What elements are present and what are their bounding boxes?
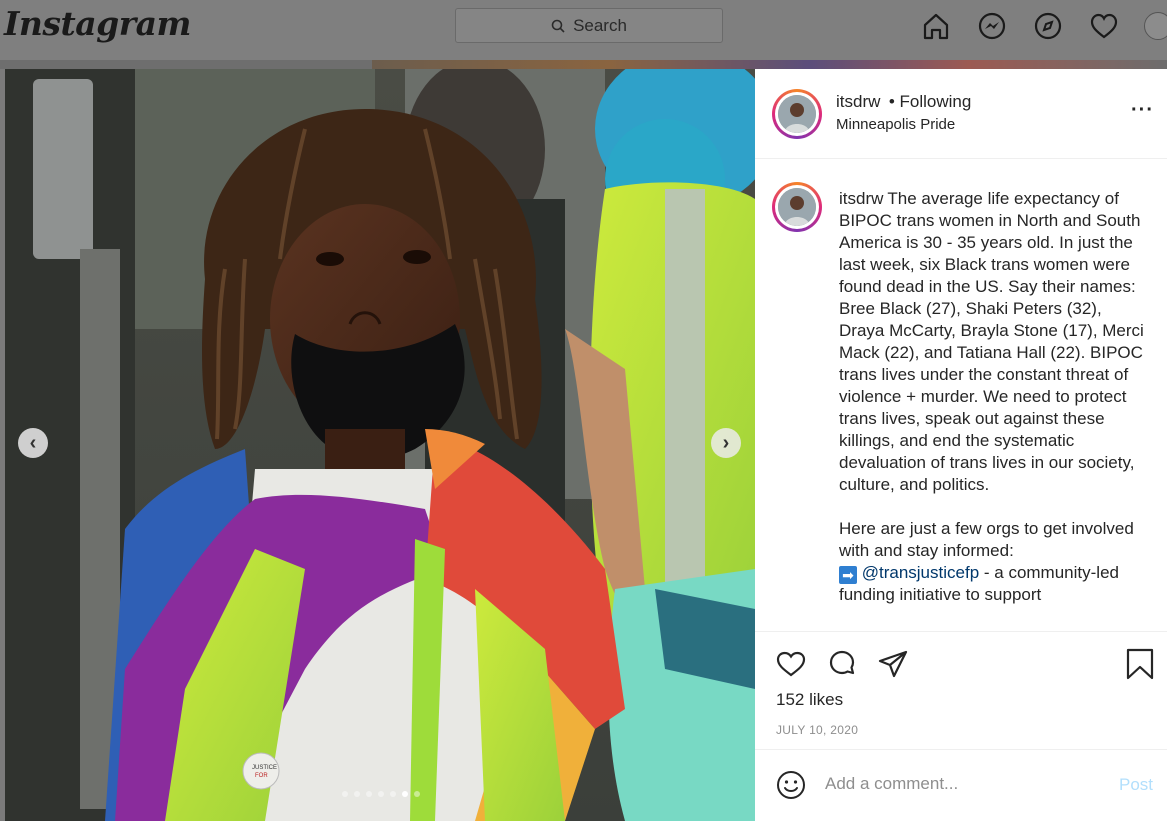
post-actions: 152 likes JULY 10, 2020 [755,631,1167,749]
carousel-dot [366,791,372,797]
carousel-dots [342,791,420,797]
feed-background [0,60,1167,69]
photo-scene: JUSTICE FOR [5,69,755,821]
search-placeholder: Search [573,15,627,35]
author-username[interactable]: itsdrw [836,92,880,111]
carousel-dot [342,791,348,797]
carousel-dot [354,791,360,797]
post-header: itsdrw • Following Minneapolis Pride ··· [755,69,1167,159]
carousel-next-button[interactable]: › [711,428,741,458]
svg-text:JUSTICE: JUSTICE [252,765,277,771]
explore-icon[interactable] [1032,10,1064,42]
search-icon [551,19,565,33]
more-options-icon[interactable]: ··· [1131,99,1154,122]
caption-text-2: Here are just a few orgs to get involved… [839,519,1139,560]
like-heart-icon[interactable] [775,648,807,680]
caption-text: The average life expectancy of BIPOC tra… [839,189,1149,494]
carousel-dot [402,791,408,797]
caption-mention-link[interactable]: @transjusticefp [862,563,979,582]
top-navigation: Instagram Search [0,0,1167,60]
author-avatar[interactable] [772,89,822,139]
caption-author-avatar[interactable] [772,182,822,232]
post-comment-button[interactable]: Post [1119,775,1153,795]
search-input[interactable]: Search [455,8,723,43]
post-caption: itsdrw The average life expectancy of BIP… [839,188,1149,606]
heart-icon[interactable] [1088,10,1120,42]
carousel-dot [414,791,420,797]
carousel-dot [378,791,384,797]
instagram-logo[interactable]: Instagram [4,4,191,43]
post-date: JULY 10, 2020 [776,723,859,737]
emoji-icon[interactable] [775,769,807,801]
comment-input[interactable] [825,774,1115,794]
share-icon[interactable] [877,648,909,680]
save-bookmark-icon[interactable] [1125,648,1155,680]
caption-username[interactable]: itsdrw [839,189,883,208]
add-comment-bar: Post [755,749,1167,821]
carousel-dot [390,791,396,797]
svg-text:FOR: FOR [255,773,268,779]
like-count[interactable]: 152 likes [776,690,843,710]
home-icon[interactable] [920,10,952,42]
follow-status[interactable]: • Following [889,92,972,111]
profile-avatar[interactable] [1144,12,1167,40]
caption-scroll-area[interactable]: itsdrw The average life expectancy of BIP… [755,159,1167,631]
carousel-prev-button[interactable]: ‹ [18,428,48,458]
post-details-panel: itsdrw • Following Minneapolis Pride ···… [755,69,1167,821]
comment-icon[interactable] [826,648,858,680]
messenger-icon[interactable] [976,10,1008,42]
arrow-icon: ➡ [839,566,857,584]
post-location[interactable]: Minneapolis Pride [836,116,955,133]
post-photo: JUSTICE FOR ‹ › [5,69,755,821]
